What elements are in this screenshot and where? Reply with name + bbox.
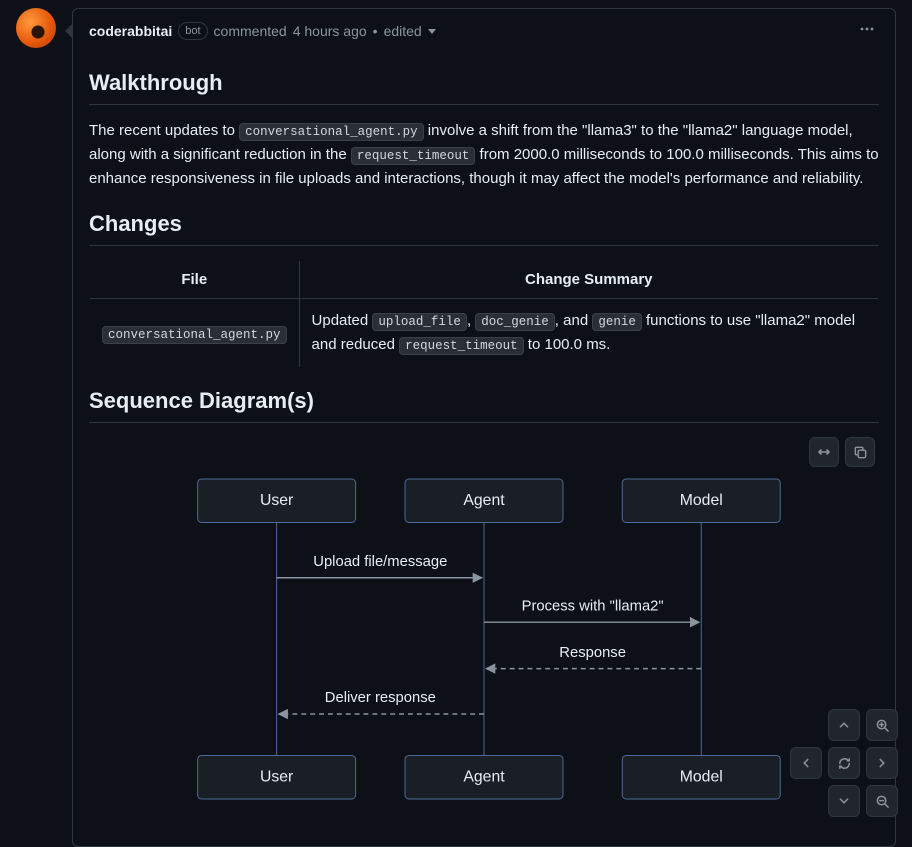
edited-label[interactable]: edited xyxy=(384,23,436,39)
sequence-diagram: User Agent Model Upload file/message Pro… xyxy=(89,437,879,830)
msg-process: Process with "llama2" xyxy=(522,598,664,614)
participant-model-top: Model xyxy=(680,492,723,509)
edited-text: edited xyxy=(384,23,422,39)
bot-badge: bot xyxy=(178,22,207,40)
text-fragment: The recent updates to xyxy=(89,122,239,139)
walkthrough-paragraph: The recent updates to conversational_age… xyxy=(89,119,879,191)
changes-table: File Change Summary conversational_agent… xyxy=(89,260,879,368)
col-file: File xyxy=(90,261,300,299)
nav-left-icon[interactable] xyxy=(790,747,822,779)
meta-separator: • xyxy=(373,23,378,39)
comment-header: coderabbitai bot commented 4 hours ago •… xyxy=(73,9,895,52)
comment-body: coderabbitai bot commented 4 hours ago •… xyxy=(72,8,896,847)
zoom-in-icon[interactable] xyxy=(866,709,898,741)
code-request-timeout: request_timeout xyxy=(351,147,476,165)
nav-up-icon[interactable] xyxy=(828,709,860,741)
summary-cell: Updated upload_file, doc_genie, and geni… xyxy=(299,299,878,368)
participant-agent-top: Agent xyxy=(463,492,505,509)
code-doc-genie: doc_genie xyxy=(475,313,555,331)
code-file: conversational_agent.py xyxy=(102,326,287,344)
changes-heading: Changes xyxy=(89,211,879,246)
diagram-heading: Sequence Diagram(s) xyxy=(89,388,879,423)
refresh-icon[interactable] xyxy=(828,747,860,779)
zoom-out-icon[interactable] xyxy=(866,785,898,817)
author-name[interactable]: coderabbitai xyxy=(89,23,172,39)
expand-horizontal-icon[interactable] xyxy=(809,437,839,467)
code-request-timeout-2: request_timeout xyxy=(399,337,524,355)
avatar[interactable] xyxy=(16,8,56,48)
col-summary: Change Summary xyxy=(299,261,878,299)
participant-user-top: User xyxy=(260,492,293,509)
timestamp[interactable]: 4 hours ago xyxy=(293,23,367,39)
participant-agent-bottom: Agent xyxy=(463,768,505,785)
chevron-down-icon xyxy=(428,29,436,34)
nav-right-icon[interactable] xyxy=(866,747,898,779)
code-genie: genie xyxy=(592,313,642,331)
text-fragment: Updated xyxy=(312,312,373,329)
text-fragment: , and xyxy=(555,312,593,329)
diagram-nav-controls xyxy=(790,709,898,817)
code-upload-file: upload_file xyxy=(372,313,467,331)
msg-response: Response xyxy=(559,645,626,661)
code-conversational-agent: conversational_agent.py xyxy=(239,123,424,141)
msg-upload: Upload file/message xyxy=(313,554,447,570)
walkthrough-heading: Walkthrough xyxy=(89,70,879,105)
participant-model-bottom: Model xyxy=(680,768,723,785)
kebab-menu-icon[interactable] xyxy=(855,17,879,44)
table-row: conversational_agent.py Updated upload_f… xyxy=(90,299,879,368)
text-fragment: to 100.0 ms. xyxy=(524,336,611,353)
nav-down-icon[interactable] xyxy=(828,785,860,817)
participant-user-bottom: User xyxy=(260,768,293,785)
file-cell: conversational_agent.py xyxy=(90,299,300,368)
copy-icon[interactable] xyxy=(845,437,875,467)
commented-label: commented xyxy=(214,23,287,39)
msg-deliver: Deliver response xyxy=(325,690,436,706)
